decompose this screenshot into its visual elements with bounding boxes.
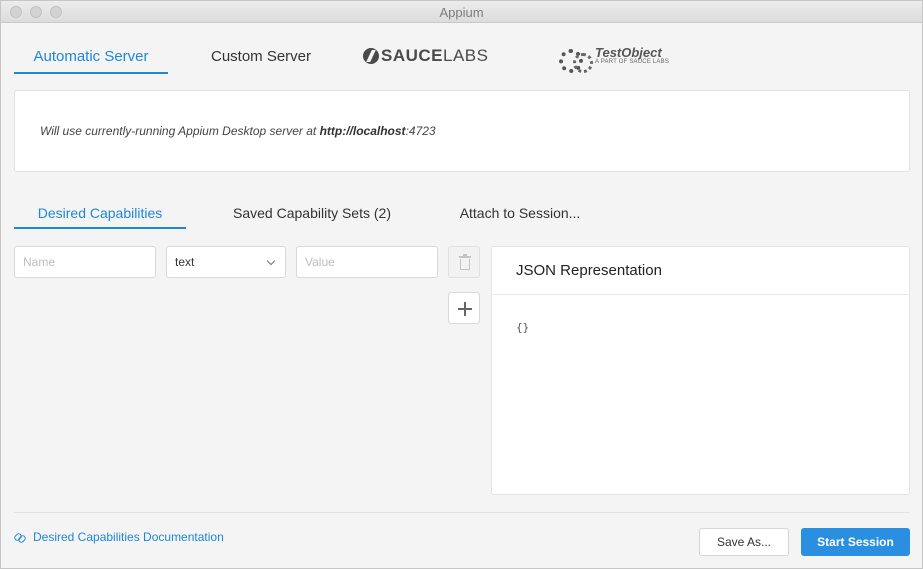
saucelabs-logo-text-bold: SAUCE: [381, 46, 444, 65]
tab-testobject[interactable]: TestObject A PART OF SAUCE LABS: [557, 44, 670, 73]
capability-type-value: text: [175, 255, 195, 269]
json-representation-panel: JSON Representation {}: [491, 246, 910, 495]
testobject-logo-text: TestObject: [595, 44, 662, 60]
tab-custom-server[interactable]: Custom Server: [186, 41, 336, 73]
add-capability-button[interactable]: [448, 292, 480, 324]
delete-capability-button[interactable]: [448, 246, 480, 278]
server-info-message: Will use currently-running Appium Deskto…: [40, 124, 436, 138]
json-content: {}: [516, 321, 530, 334]
tab-attach-to-session[interactable]: Attach to Session...: [452, 197, 588, 229]
active-tab-indicator: [14, 72, 168, 74]
gears-icon: [557, 45, 593, 73]
appium-window: Appium Automatic Server Custom Server SA…: [0, 0, 923, 569]
capability-value-input[interactable]: [296, 246, 438, 278]
chevron-down-icon: [266, 256, 276, 266]
capability-name-input[interactable]: [14, 246, 156, 278]
tab-saved-capability-sets[interactable]: Saved Capability Sets (2): [224, 197, 400, 229]
saucelabs-logo-icon: [363, 48, 379, 64]
save-as-button[interactable]: Save As...: [699, 528, 789, 556]
plus-icon: [458, 302, 472, 316]
tab-desired-capabilities[interactable]: Desired Capabilities: [14, 197, 186, 229]
window-title: Appium: [439, 5, 484, 20]
testobject-tagline: A PART OF SAUCE LABS: [595, 58, 670, 65]
footer-divider: [14, 512, 910, 513]
tab-automatic-server[interactable]: Automatic Server: [14, 41, 168, 73]
server-info-panel: Will use currently-running Appium Deskto…: [14, 90, 910, 172]
docs-link-label: Desired Capabilities Documentation: [33, 530, 224, 544]
capability-tabs: Desired Capabilities Saved Capability Se…: [14, 197, 910, 231]
link-icon: [14, 531, 26, 543]
json-panel-title: JSON Representation: [492, 247, 909, 295]
desired-capabilities-docs-link[interactable]: Desired Capabilities Documentation: [14, 530, 224, 544]
server-url-port: :4723: [405, 124, 436, 138]
start-session-button[interactable]: Start Session: [801, 528, 910, 556]
title-bar: Appium: [1, 1, 922, 23]
capability-type-select[interactable]: text: [166, 246, 286, 278]
saucelabs-logo-text-light: LABS: [443, 46, 489, 65]
trash-icon: [459, 254, 471, 270]
tab-saucelabs[interactable]: SAUCE LABS: [363, 46, 489, 66]
server-url-host: http://localhost: [319, 124, 406, 138]
